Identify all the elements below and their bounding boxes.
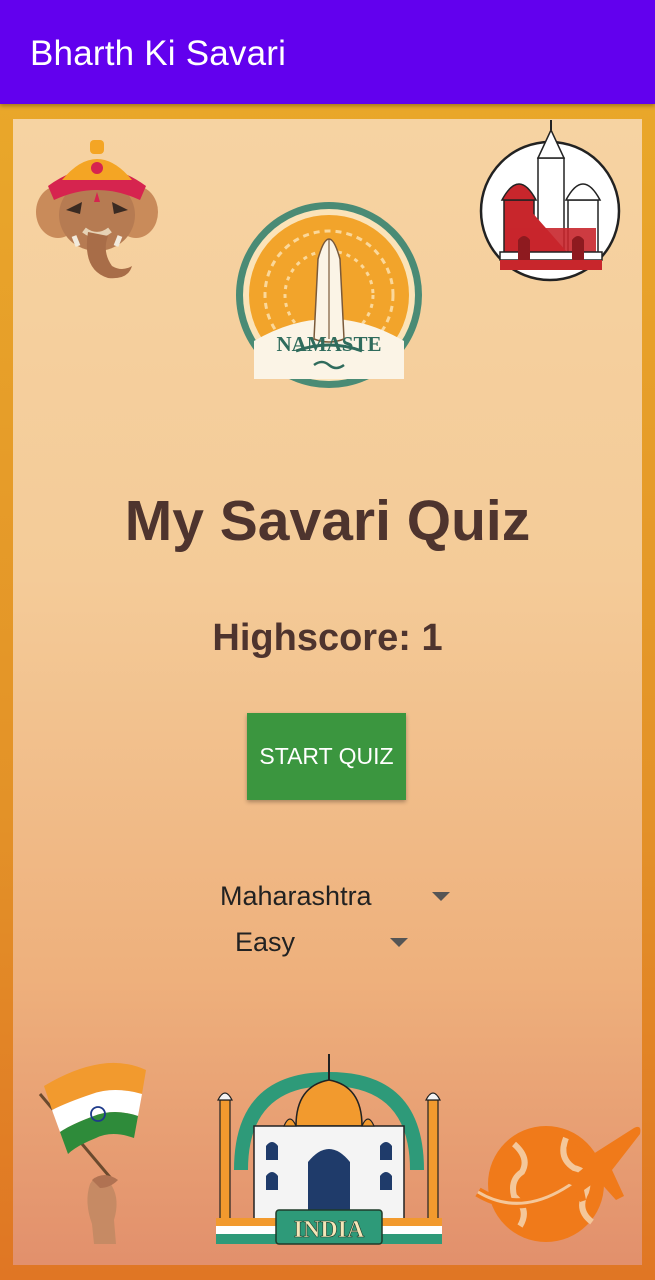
ganesha-icon [36,140,158,279]
highscore-label: Highscore [212,617,421,659]
state-spinner[interactable]: Maharashtra [220,878,460,914]
namaste-emblem: NAMASTE [236,202,422,388]
highscore-value: 1 [421,617,443,659]
india-flag-icon [38,1062,146,1244]
highscore-display: Highscore1 [0,617,655,660]
cathedral-icon [479,120,621,282]
globe-airplane-icon [475,1126,641,1242]
difficulty-spinner-value: Easy [235,926,296,957]
state-spinner-value: Maharashtra [220,880,372,911]
india-text: INDIA [294,1217,365,1243]
quiz-title: My Savari Quiz [124,489,531,553]
app-bar: Bharth Ki Savari [0,0,655,104]
app-title: Bharth Ki Savari [30,34,287,73]
difficulty-spinner[interactable]: Easy [235,924,415,960]
taj-mahal-icon: INDIA [216,1054,442,1245]
chevron-down-icon [432,892,450,901]
start-quiz-button[interactable]: START QUIZ [247,713,406,800]
namaste-text: NAMASTE [276,332,381,356]
chevron-down-icon [390,938,408,947]
